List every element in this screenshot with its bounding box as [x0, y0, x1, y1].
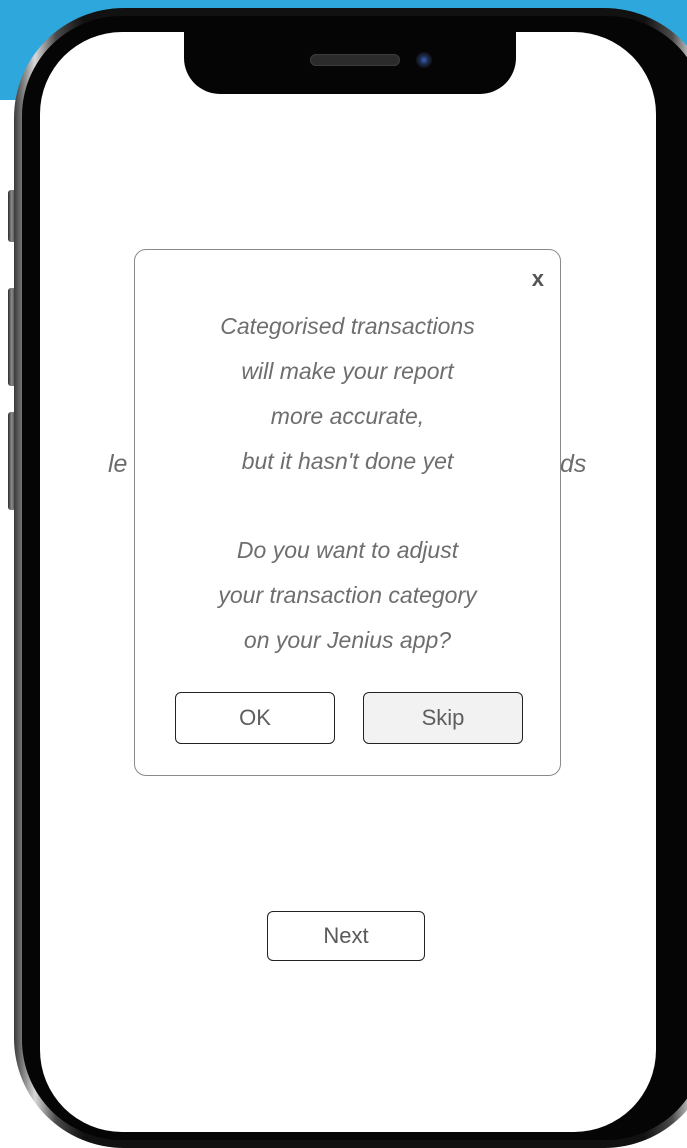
- next-button[interactable]: Next: [267, 911, 425, 961]
- background-text-fragment-left: le: [108, 450, 128, 478]
- dialog-message-intro: Categorised transactions will make your …: [135, 304, 560, 484]
- dialog-message-line: Categorised transactions: [220, 313, 475, 339]
- speaker-grille: [310, 54, 400, 66]
- dialog-message-line: more accurate,: [270, 403, 425, 429]
- dialog-question-line: Do you want to adjust: [236, 537, 459, 563]
- skip-button[interactable]: Skip: [363, 692, 523, 744]
- dialog-question-line: your transaction category: [218, 582, 477, 608]
- front-camera: [416, 52, 432, 68]
- dialog-message-line: will make your report: [241, 358, 454, 384]
- dialog-message-question: Do you want to adjust your transaction c…: [135, 528, 560, 663]
- dialog-message-line: but it hasn't done yet: [241, 448, 454, 474]
- categorise-dialog: x Categorised transactions will make you…: [134, 249, 561, 776]
- background-text-fragment-right: ds: [560, 450, 587, 478]
- close-icon[interactable]: x: [532, 266, 544, 292]
- dialog-question-line: on your Jenius app?: [243, 627, 452, 653]
- ok-button[interactable]: OK: [175, 692, 335, 744]
